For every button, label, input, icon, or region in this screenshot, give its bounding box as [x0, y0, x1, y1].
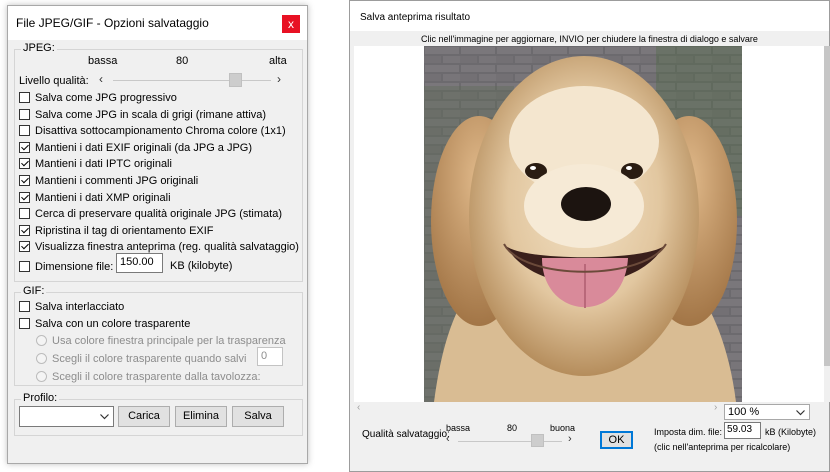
slider-right-arrow-icon[interactable]: ›	[277, 72, 281, 86]
radio-dot[interactable]	[36, 371, 47, 382]
file-size-option[interactable]: Dimensione file:	[19, 259, 113, 274]
file-size-unit: kB (Kilobyte)	[765, 427, 817, 437]
preview-dialog: Salva anteprima risultato Clic nell'imma…	[349, 0, 830, 472]
jpeg-option-checkbox[interactable]	[19, 109, 30, 120]
dialog-title: File JPEG/GIF - Opzioni salvataggio	[16, 16, 209, 30]
jpeg-option-label: Salva come JPG progressivo	[35, 91, 177, 104]
title-bar: File JPEG/GIF - Opzioni salvataggio x	[8, 6, 307, 40]
zoom-value: 100 %	[728, 406, 760, 418]
slider-left-arrow-icon[interactable]: ‹	[446, 433, 450, 445]
jpeg-option-label: Ripristina il tag di orientamento EXIF	[35, 224, 214, 237]
save-quality-label: Qualità salvataggio:	[362, 429, 450, 440]
jpeg-option-checkbox[interactable]	[19, 125, 30, 136]
transparent-color-option[interactable]: Salva con un colore trasparente	[19, 316, 190, 331]
save-quality-high: buona	[550, 423, 576, 433]
radio-window-color-label: Usa colore finestra principale per la tr…	[52, 334, 286, 347]
quality-high-label: alta	[269, 55, 287, 67]
jpeg-option[interactable]: Ripristina il tag di orientamento EXIF	[19, 223, 214, 238]
interlaced-option[interactable]: Salva interlacciato	[19, 299, 124, 314]
profile-select[interactable]	[19, 406, 114, 427]
chevron-down-icon	[100, 414, 109, 420]
zoom-select[interactable]: 100 %	[724, 404, 810, 420]
jpeg-option[interactable]: Cerca di preservare qualità originale JP…	[19, 206, 282, 221]
quality-slider-thumb[interactable]	[229, 73, 242, 87]
save-quality-slider[interactable]: ‹ ›	[446, 433, 576, 449]
radio-palette-label: Scegli il colore trasparente dalla tavol…	[52, 370, 261, 383]
file-size-label: Dimensione file:	[35, 260, 114, 273]
jpeg-option[interactable]: Salva come JPG in scala di grigi (rimane…	[19, 107, 266, 122]
ok-button[interactable]: OK	[600, 431, 633, 449]
slider-left-arrow-icon[interactable]: ‹	[99, 72, 103, 86]
jpeg-option-checkbox[interactable]	[19, 192, 30, 203]
save-quality-slider-thumb[interactable]	[531, 434, 544, 447]
dialog-title: Salva anteprima risultato	[360, 12, 471, 23]
file-size-input[interactable]: 150.00	[116, 253, 163, 273]
title-bar: Salva anteprima risultato	[350, 1, 829, 31]
interlaced-label: Salva interlacciato	[35, 300, 125, 313]
file-size-checkbox[interactable]	[19, 261, 30, 272]
radio-window-color[interactable]: Usa colore finestra principale per la tr…	[36, 333, 286, 348]
save-options-dialog: File JPEG/GIF - Opzioni salvataggio x JP…	[7, 5, 308, 464]
jpeg-option-label: Mantieni i commenti JPG originali	[35, 174, 199, 187]
jpeg-option-label: Visualizza finestra anteprima (reg. qual…	[35, 240, 299, 253]
jpeg-option-label: Salva come JPG in scala di grigi (rimane…	[35, 108, 267, 121]
jpeg-option[interactable]: Mantieni i dati XMP originali	[19, 190, 171, 205]
jpeg-option[interactable]: Mantieni i dati IPTC originali	[19, 156, 172, 171]
radio-dot[interactable]	[36, 353, 47, 364]
jpeg-option-checkbox[interactable]	[19, 175, 30, 186]
jpeg-option-label: Disattiva sottocampionamento Chroma colo…	[35, 124, 286, 137]
quality-value: 80	[176, 55, 189, 67]
preview-image-area[interactable]	[354, 46, 824, 402]
load-profile-button[interactable]: Carica	[118, 406, 170, 427]
jpeg-option[interactable]: Mantieni i dati EXIF originali (da JPG a…	[19, 140, 252, 155]
radio-dot[interactable]	[36, 335, 47, 346]
jpeg-option-label: Mantieni i dati EXIF originali (da JPG a…	[35, 141, 253, 154]
scroll-right-arrow-icon[interactable]: ›	[714, 402, 717, 413]
save-profile-button[interactable]: Salva	[232, 406, 284, 427]
jpeg-option[interactable]: Mantieni i commenti JPG originali	[19, 173, 198, 188]
scroll-left-arrow-icon[interactable]: ‹	[357, 402, 360, 413]
radio-choose-on-save-label: Scegli il colore trasparente quando salv…	[52, 352, 247, 365]
quality-low-label: bassa	[88, 55, 118, 67]
transparent-index-input[interactable]: 0	[257, 347, 283, 366]
vertical-scrollbar[interactable]	[824, 46, 830, 402]
quality-slider[interactable]: ‹ ›	[99, 70, 287, 90]
jpeg-option-checkbox[interactable]	[19, 225, 30, 236]
dog-photo[interactable]	[424, 46, 742, 402]
interlaced-checkbox[interactable]	[19, 301, 30, 312]
jpeg-option-checkbox[interactable]	[19, 158, 30, 169]
instruction-text: Clic nell'immagine per aggiornare, INVIO…	[421, 34, 758, 44]
transparent-color-label: Salva con un colore trasparente	[35, 317, 191, 330]
jpeg-option-checkbox[interactable]	[19, 142, 30, 153]
transparent-color-checkbox[interactable]	[19, 318, 30, 329]
jpeg-group-label: JPEG:	[21, 42, 57, 54]
radio-palette[interactable]: Scegli il colore trasparente dalla tavol…	[36, 369, 261, 384]
jpeg-option[interactable]: Visualizza finestra anteprima (reg. qual…	[19, 239, 299, 254]
jpeg-option[interactable]: Disattiva sottocampionamento Chroma colo…	[19, 123, 286, 138]
jpeg-option[interactable]: Salva come JPG progressivo	[19, 90, 177, 105]
vertical-scrollbar-thumb[interactable]	[824, 46, 830, 366]
file-size-unit: KB (kilobyte)	[170, 260, 233, 272]
jpeg-option-checkbox[interactable]	[19, 241, 30, 252]
file-size-label: Imposta dim. file:	[654, 427, 723, 437]
delete-profile-button[interactable]: Elimina	[175, 406, 227, 427]
chevron-down-icon	[796, 410, 805, 416]
slider-right-arrow-icon[interactable]: ›	[568, 433, 572, 445]
jpeg-option-checkbox[interactable]	[19, 208, 30, 219]
jpeg-option-label: Cerca di preservare qualità originale JP…	[35, 207, 282, 220]
gif-group-label: GIF:	[21, 285, 47, 297]
jpeg-option-checkbox[interactable]	[19, 92, 30, 103]
file-size-input[interactable]: 59.03	[724, 422, 761, 439]
close-button[interactable]: x	[282, 15, 300, 33]
recalc-hint: (clic nell'anteprima per ricalcolare)	[654, 442, 791, 452]
save-quality-value: 80	[507, 423, 518, 433]
quality-level-label: Livello qualità:	[19, 75, 89, 87]
radio-choose-on-save[interactable]: Scegli il colore trasparente quando salv…	[36, 351, 246, 366]
jpeg-option-label: Mantieni i dati XMP originali	[35, 191, 171, 204]
jpeg-option-label: Mantieni i dati IPTC originali	[35, 157, 172, 170]
profile-group-label: Profilo:	[21, 392, 60, 404]
save-quality-low: bassa	[446, 423, 471, 433]
